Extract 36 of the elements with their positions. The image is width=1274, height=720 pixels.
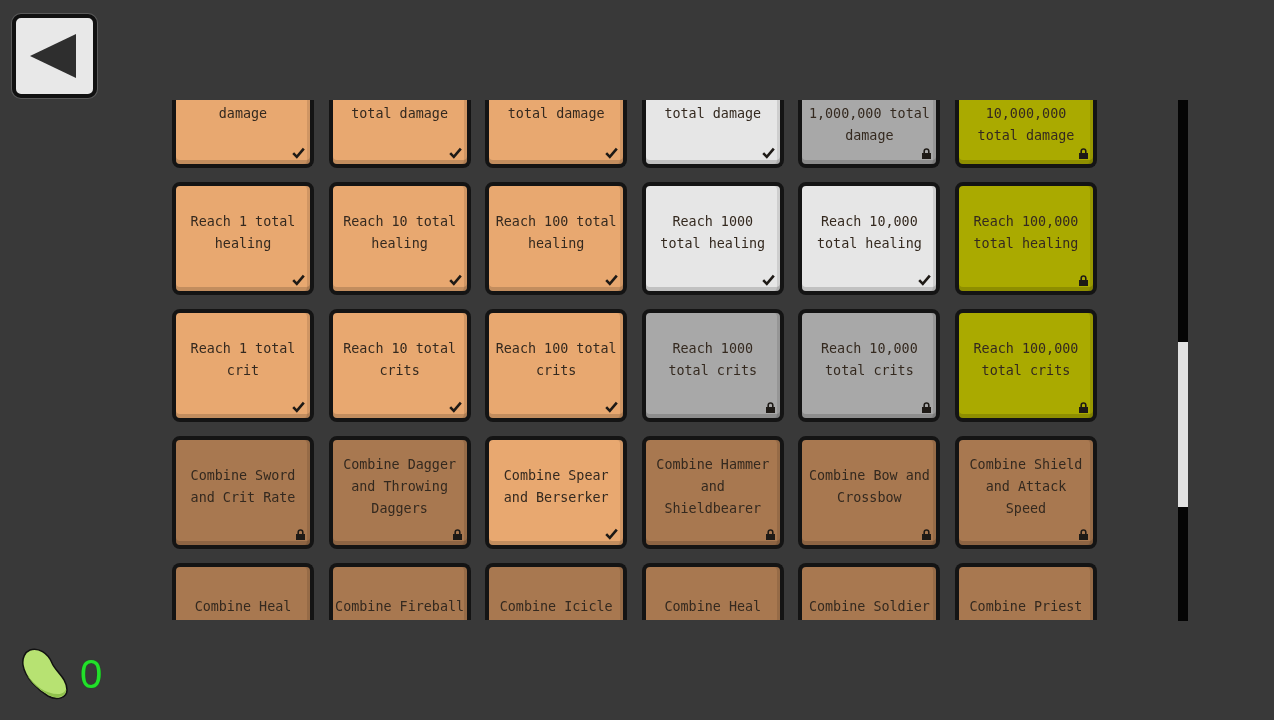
achievement-label: Combine Bow and Crossbow — [807, 466, 931, 507]
achievement-label: Combine Icicle — [499, 598, 613, 616]
achievement-label: Combine Priest — [969, 598, 1083, 616]
achievement-label: Combine Heal — [664, 598, 762, 616]
achievement-label: damage — [218, 105, 268, 123]
scrollbar-track[interactable] — [1178, 100, 1188, 621]
achievement-label: Reach 1 total healing — [189, 212, 297, 253]
bean-icon — [22, 648, 68, 700]
achievement-label: Combine Heal — [194, 598, 292, 616]
achievement-label: total damage — [664, 105, 762, 123]
achievement-label: Reach 100,000 total healing — [972, 212, 1080, 253]
achievement-label: Reach 10,000 total crits — [820, 339, 919, 380]
achievement-label: Reach 10 total crits — [342, 339, 457, 380]
back-button[interactable] — [12, 14, 97, 98]
achievement-label: Reach 10,000 total healing — [815, 212, 923, 253]
achievement-label: Reach 1 total crit — [189, 339, 297, 380]
achievement-label: Combine Soldier — [808, 598, 930, 616]
achievement-label: 1,000,000 total damage — [807, 105, 931, 145]
currency-count: 0 — [80, 654, 103, 694]
achievement-label: Reach 1000 total healing — [659, 212, 767, 253]
achievement-label: Reach 10 total healing — [342, 212, 457, 253]
achievement-label: Reach 100 total crits — [494, 339, 618, 380]
achievement-label: Reach 100,000 total crits — [972, 339, 1080, 380]
achievement-label: Combine Shield and Attack Speed — [968, 455, 1084, 518]
back-arrow-icon — [29, 34, 76, 78]
achievement-label: Reach 100 total healing — [494, 212, 618, 253]
achievement-label: total damage — [507, 105, 605, 123]
achievement-label: Combine Hammer and Shieldbearer — [655, 455, 771, 518]
achievement-label: Combine Fireball — [335, 598, 465, 616]
achievement-label: Combine Sword and Crit Rate — [189, 466, 297, 507]
achievement-label: total damage — [351, 105, 448, 123]
achievement-label: Combine Dagger and Throwing Daggers — [342, 455, 457, 518]
achievement-label: 10,000,000 total damage — [976, 105, 1076, 145]
achievement-label: Combine Spear and Berserker — [502, 466, 610, 507]
scrollbar-thumb[interactable] — [1178, 342, 1188, 507]
achievement-label: Reach 1000 total crits — [667, 339, 759, 380]
